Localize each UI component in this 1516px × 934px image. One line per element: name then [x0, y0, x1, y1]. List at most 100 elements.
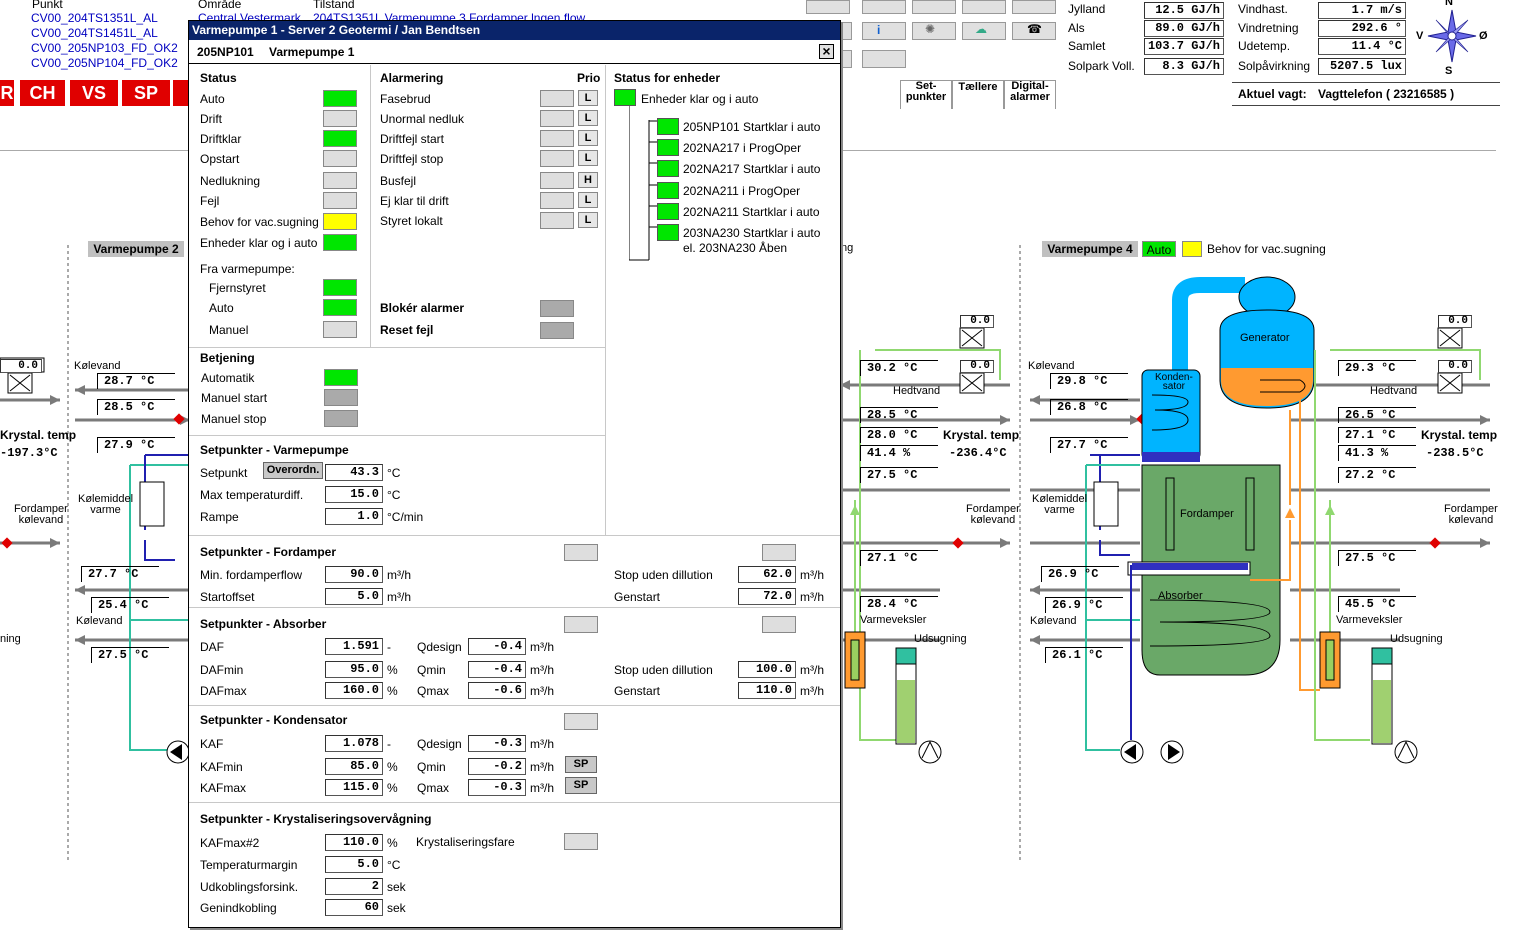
- vp4-behov-indicator: [1182, 241, 1202, 257]
- block-alarms-label: Blokér alarmer: [380, 301, 465, 315]
- setpoint-unit: -: [387, 737, 391, 751]
- section-divider: [189, 535, 840, 536]
- alarm-prio-button[interactable]: L: [578, 90, 598, 106]
- vp4-temp: 27.5 °C: [1338, 550, 1416, 566]
- setpoint-unit: °C: [387, 488, 401, 502]
- setpoint-value[interactable]: -0.4: [468, 661, 526, 678]
- sp-button[interactable]: SP: [565, 777, 597, 794]
- alarm-prio-button[interactable]: L: [578, 192, 598, 208]
- vp3-temp: 30.2 °C: [860, 360, 938, 376]
- setpoint-value[interactable]: -0.3: [468, 735, 526, 752]
- setpoint-value[interactable]: 72.0: [738, 588, 796, 605]
- setpoint-value[interactable]: 95.0: [325, 661, 383, 678]
- alarm-prio-button[interactable]: L: [578, 110, 598, 126]
- alarm-prio-button[interactable]: L: [578, 150, 598, 166]
- vp4-temp: 26.9 °C: [1045, 597, 1123, 613]
- setpoint-value[interactable]: 60: [325, 899, 383, 916]
- vp3-temp: 28.5 °C: [860, 407, 938, 423]
- setpoint-value[interactable]: 15.0: [325, 486, 383, 503]
- setpoint-value[interactable]: 100.0: [738, 661, 796, 678]
- setpoint-value[interactable]: 2: [325, 878, 383, 895]
- setpoint-value[interactable]: 160.0: [325, 682, 383, 699]
- setpoint-label: Setpunkt: [200, 466, 248, 480]
- alarm-prio-button[interactable]: L: [578, 130, 598, 146]
- vp4-fordamper-tank-label: Fordamper: [1180, 508, 1234, 520]
- unit-label: 202NA217 i ProgOper: [683, 141, 802, 155]
- setpoint-unit: %: [387, 684, 398, 698]
- setpoint-unit: %: [387, 760, 398, 774]
- setpoint-value[interactable]: 1.0: [325, 508, 383, 525]
- setpoint-value[interactable]: 5.0: [325, 588, 383, 605]
- vp2-kolemiddel-label: Kølemiddel varme: [78, 493, 134, 516]
- from-vp-heading: Fra varmepumpe:: [200, 262, 295, 276]
- setpoint-label: Qdesign: [417, 737, 462, 751]
- setpoint-value[interactable]: 5.0: [325, 856, 383, 873]
- vp4-auto-badge: Auto: [1142, 241, 1176, 257]
- operation-button[interactable]: [324, 410, 358, 427]
- status-item-label: Driftklar: [200, 132, 242, 146]
- setpoint-label: Startoffset: [200, 590, 255, 604]
- setpoint-value[interactable]: 110.0: [325, 834, 383, 851]
- alarm-indicator: [540, 130, 574, 147]
- setpoint-value[interactable]: -0.4: [468, 638, 526, 655]
- setpoint-value[interactable]: 62.0: [738, 566, 796, 583]
- setpoint-value[interactable]: 110.0: [738, 682, 796, 699]
- setpoint-value[interactable]: -0.3: [468, 779, 526, 796]
- sp-button[interactable]: SP: [565, 756, 597, 773]
- setpoint-value[interactable]: -0.6: [468, 682, 526, 699]
- vp4-absorber-label: Absorber: [1158, 590, 1203, 602]
- alarm-prio-button[interactable]: H: [578, 172, 598, 188]
- alarm-item-label: Styret lokalt: [380, 214, 443, 228]
- status-indicator: [323, 192, 357, 209]
- unit-indicator: [657, 182, 679, 199]
- setpoint-value[interactable]: 90.0: [325, 566, 383, 583]
- setpoint-unit: sek: [387, 880, 406, 894]
- sp-kond-heading: Setpunkter - Kondensator: [200, 713, 348, 727]
- from-vp-item-label: Auto: [209, 301, 234, 315]
- status-item-label: Enheder klar og i auto: [200, 236, 318, 250]
- sp-abs-indicator-right: [762, 616, 796, 633]
- setpoint-label: DAF: [200, 640, 224, 654]
- status-indicator: [323, 172, 357, 189]
- close-button[interactable]: ×: [819, 44, 834, 59]
- vp2-fordamper-label: Fordamper kølevand: [14, 503, 68, 526]
- setpoint-unit: m³/h: [800, 590, 824, 604]
- setpoint-label: Qmax: [417, 684, 450, 698]
- setpoint-value[interactable]: 85.0: [325, 758, 383, 775]
- vp2-title[interactable]: Varmepumpe 2: [88, 241, 184, 257]
- setpoint-unit: °C/min: [387, 510, 424, 524]
- alarm-indicator: [540, 192, 574, 209]
- status-heading: Status: [200, 71, 237, 85]
- setpoint-value[interactable]: -0.2: [468, 758, 526, 775]
- vp3-krystal-label: Krystal. temp: [943, 428, 1020, 442]
- setpoint-unit: °C: [387, 858, 401, 872]
- block-alarms-button[interactable]: [540, 300, 574, 317]
- unit-indicator: [657, 118, 679, 135]
- vp3-label-ng: ng: [841, 242, 854, 254]
- setpoint-label: Qmin: [417, 760, 446, 774]
- reset-fault-button[interactable]: [540, 322, 574, 339]
- setpoint-value[interactable]: 1.591: [325, 638, 383, 655]
- vp3-temp: 28.0 °C: [860, 427, 938, 443]
- operation-button[interactable]: [324, 389, 358, 406]
- setpoint-label: DAFmin: [200, 663, 244, 677]
- vp3-krystal-value: -236.4°C: [949, 446, 1007, 460]
- vp2-kolevand-label: Kølevand: [76, 615, 123, 627]
- vp4-temp: 41.3 %: [1338, 445, 1416, 461]
- dialog-titlebar[interactable]: Varmepumpe 1 - Server 2 Geotermi / Jan B…: [189, 21, 840, 40]
- setpoint-value[interactable]: 115.0: [325, 779, 383, 796]
- alarm-prio-button[interactable]: L: [578, 212, 598, 228]
- unit-label: 203NA230 Startklar i auto el. 203NA230 Å…: [683, 226, 821, 255]
- setpoint-value[interactable]: 1.078: [325, 735, 383, 752]
- status-indicator: [323, 90, 357, 107]
- setpoint-unit: %: [387, 781, 398, 795]
- operation-button[interactable]: [324, 369, 358, 386]
- operation-label: Manuel stop: [201, 412, 267, 426]
- vp4-title[interactable]: Varmepumpe 4: [1042, 241, 1138, 257]
- reset-fault-label: Reset fejl: [380, 323, 434, 337]
- overordn-button[interactable]: Overordn.: [263, 462, 323, 479]
- alarm-item-label: Driftfejl start: [380, 132, 445, 146]
- status-indicator: [323, 130, 357, 147]
- setpoint-value[interactable]: 43.3: [325, 464, 383, 481]
- dialog-id: 205NP101: [197, 45, 254, 59]
